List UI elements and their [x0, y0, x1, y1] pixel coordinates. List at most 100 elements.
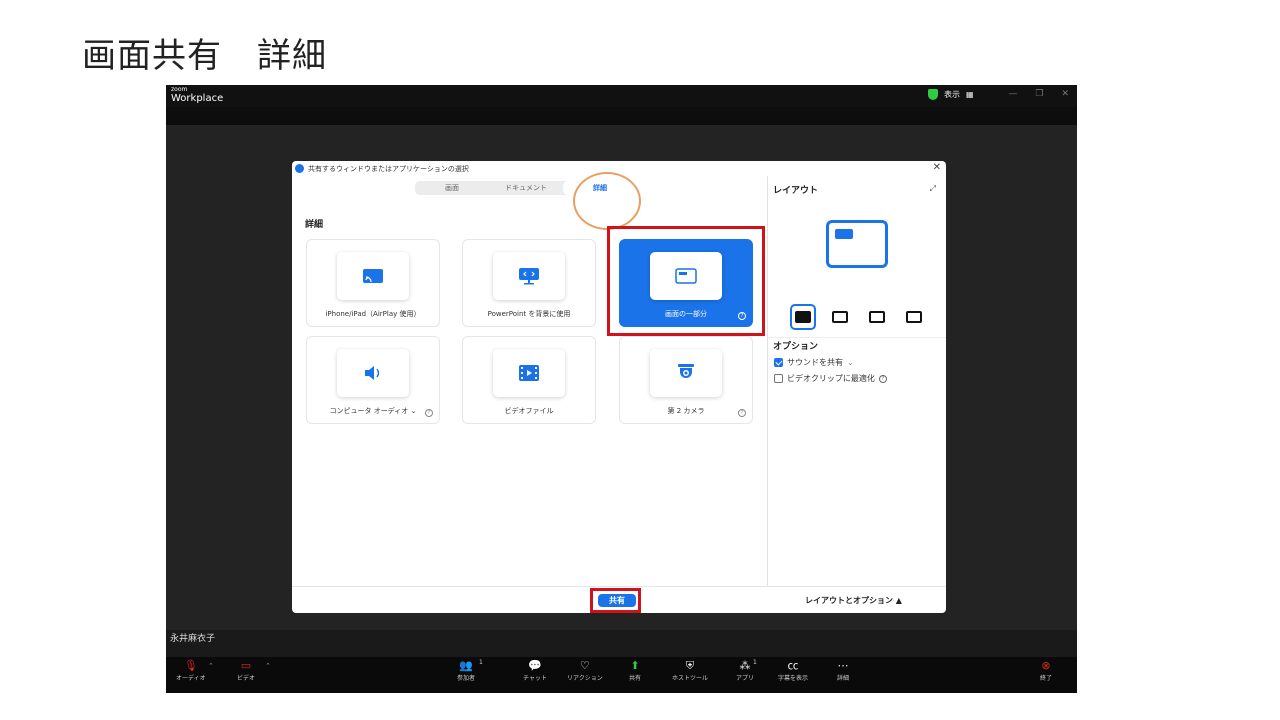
- slide-title: 画面共有 詳細: [82, 36, 327, 76]
- sound-checkbox[interactable]: [774, 358, 783, 367]
- more-button[interactable]: ⋯ 詳細: [837, 659, 849, 682]
- help-icon[interactable]: ?: [425, 409, 433, 417]
- title-bar: zoom Workplace 表示 ▦ — ❐ ✕: [166, 85, 1077, 107]
- share-label: 共有: [629, 675, 642, 682]
- chat-icon: 💬: [528, 659, 542, 672]
- layout-preview: [826, 220, 888, 268]
- card-second-camera[interactable]: 第 2 カメラ ?: [619, 336, 753, 424]
- dialog-footer: 共有 レイアウトとオプション ▲: [292, 586, 946, 613]
- tab-screen[interactable]: 画面: [415, 181, 489, 195]
- end-button[interactable]: ⊗ 終了: [1040, 659, 1052, 682]
- option-video-label: ビデオクリップに最適化: [787, 374, 875, 383]
- participants-label: 参加者: [457, 675, 476, 682]
- captions-button[interactable]: ㏄ 字幕を表示: [778, 659, 808, 682]
- audio-button[interactable]: 🎙 オーディオ ⌃: [176, 659, 214, 682]
- tab-document[interactable]: ドキュメント: [489, 181, 563, 195]
- share-toolbar-button[interactable]: ⬆ 共有: [629, 659, 641, 682]
- view-label: 表示: [944, 90, 960, 99]
- chevron-down-icon[interactable]: ⌄: [847, 358, 854, 367]
- minimize-icon[interactable]: —: [1008, 89, 1017, 99]
- video-button[interactable]: ▭ ビデオ ⌃: [237, 659, 271, 682]
- layout-options-toggle[interactable]: レイアウトとオプション ▲: [805, 595, 902, 606]
- apps-button[interactable]: ⁂ アプリ 1: [736, 659, 757, 682]
- card-airplay[interactable]: iPhone/iPad（AirPlay 使用）: [306, 239, 440, 327]
- heart-icon: ♡: [579, 659, 590, 672]
- card-video-file[interactable]: ビデオファイル: [462, 336, 596, 424]
- view-button[interactable]: 表示 ▦: [928, 89, 974, 100]
- share-highlight-frame: [590, 588, 641, 613]
- muted-mic-icon: 🎙: [183, 659, 198, 672]
- help-icon[interactable]: ?: [878, 374, 887, 383]
- reactions-button[interactable]: ♡ リアクション: [567, 659, 603, 682]
- layout-side-by-side-icon[interactable]: [901, 304, 927, 330]
- reactions-label: リアクション: [567, 675, 603, 682]
- tab-highlight-circle: [573, 172, 641, 230]
- grid-icon: ▦: [966, 90, 974, 99]
- layout-options: [790, 304, 927, 330]
- layout-screen-only-icon[interactable]: [790, 304, 816, 330]
- video-label: ビデオ: [237, 675, 256, 682]
- zoom-brand: zoom Workplace: [171, 87, 223, 104]
- divider: [768, 337, 946, 338]
- option-optimize-video[interactable]: ビデオクリップに最適化 ?: [774, 373, 887, 384]
- card-powerpoint[interactable]: PowerPoint を背景に使用: [462, 239, 596, 327]
- name-bar: [166, 630, 1077, 643]
- chevron-up-icon[interactable]: ⌃: [265, 662, 271, 670]
- dialog-title: 共有するウィンドウまたはアプリケーションの選択: [308, 164, 469, 173]
- section-label: 詳細: [305, 220, 324, 230]
- card-label: 第 2 カメラ: [667, 407, 705, 415]
- option-sound-label: サウンドを共有: [787, 358, 843, 367]
- apps-label: アプリ: [736, 675, 755, 682]
- participant-name: 永井麻衣子: [170, 634, 216, 644]
- option-share-sound[interactable]: サウンドを共有 ⌄: [774, 357, 854, 368]
- card-label: コンピュータ オーディオ ⌄: [307, 406, 439, 416]
- layout-person-icon[interactable]: [827, 304, 853, 330]
- card-computer-audio[interactable]: コンピュータ オーディオ ⌄ ?: [306, 336, 440, 424]
- participants-button[interactable]: 👥 参加者 1: [457, 659, 483, 682]
- airplay-icon: [337, 252, 409, 300]
- video-file-icon: [493, 349, 565, 397]
- card-label: PowerPoint を背景に使用: [487, 310, 571, 318]
- shield-icon: ⛨: [685, 659, 695, 672]
- audio-label: オーディオ: [176, 675, 206, 682]
- layout-person-corner-icon[interactable]: [864, 304, 890, 330]
- host-tools-button[interactable]: ⛨ ホストツール: [672, 659, 708, 682]
- chat-label: チャット: [523, 675, 547, 682]
- sub-bar: [166, 107, 1077, 125]
- layout-title: レイアウト: [773, 186, 819, 196]
- share-dialog: 共有するウィンドウまたはアプリケーションの選択 ✕ 画面 ドキュメント 詳細 詳…: [292, 161, 946, 613]
- zoom-window: zoom Workplace 表示 ▦ — ❐ ✕ 共有するウィンドウまたはアプ…: [166, 85, 1077, 693]
- share-arrow-icon: ⬆: [630, 659, 640, 672]
- host-tools-label: ホストツール: [672, 675, 709, 682]
- video-off-icon: ▭: [240, 659, 252, 672]
- security-shield-icon: [928, 89, 938, 100]
- close-window-icon[interactable]: ✕: [1061, 89, 1069, 99]
- chat-button[interactable]: 💬 チャット: [523, 659, 547, 682]
- speaker-icon: [337, 349, 409, 397]
- help-icon[interactable]: ?: [738, 409, 746, 417]
- options-title: オプション: [773, 342, 819, 352]
- chevron-down-icon[interactable]: ⌄: [411, 407, 417, 415]
- zoom-logo-icon: [295, 164, 304, 173]
- powerpoint-icon: [493, 252, 565, 300]
- chevron-up-icon[interactable]: ⌃: [208, 662, 214, 670]
- captions-label: 字幕を表示: [778, 675, 809, 682]
- window-controls: — ❐ ✕: [1008, 89, 1069, 99]
- end-icon: ⊗: [1041, 659, 1051, 672]
- participants-count: 1: [479, 659, 483, 666]
- card-label: ビデオファイル: [504, 407, 554, 415]
- layout-pane: レイアウト ⤢ オプション サウンドを共有 ⌄ ビデオクリップに最適化 ?: [767, 176, 946, 586]
- apps-count: 1: [753, 659, 757, 666]
- end-label: 終了: [1040, 675, 1053, 682]
- close-icon[interactable]: ✕: [933, 162, 941, 173]
- expand-icon[interactable]: ⤢: [930, 184, 936, 194]
- card-label-text: コンピュータ オーディオ: [329, 407, 409, 415]
- video-checkbox[interactable]: [774, 374, 783, 383]
- share-options-pane: 画面 ドキュメント 詳細 詳細 iPhone/iPad（AirPlay 使用）: [292, 172, 767, 586]
- camera-icon: [650, 349, 722, 397]
- card-label: iPhone/iPad（AirPlay 使用）: [325, 310, 421, 318]
- participants-icon: 👥: [459, 659, 473, 672]
- card-highlight-frame: [607, 226, 765, 336]
- maximize-icon[interactable]: ❐: [1035, 89, 1043, 99]
- more-icon: ⋯: [837, 659, 849, 672]
